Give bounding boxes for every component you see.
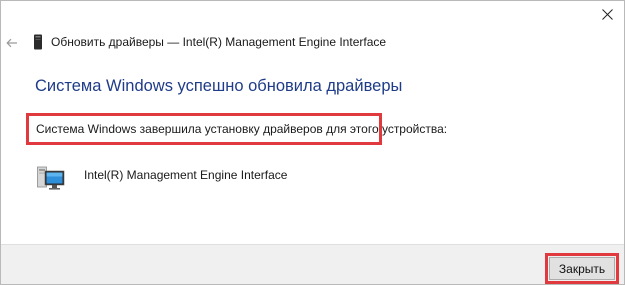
device-small-icon <box>34 34 42 50</box>
close-button[interactable]: Закрыть <box>549 257 615 280</box>
device-item: Intel(R) Management Engine Interface <box>37 165 437 195</box>
window-caption: Обновить драйверы — Intel(R) Management … <box>51 35 387 49</box>
back-arrow-icon <box>6 38 17 48</box>
back-button[interactable] <box>4 35 20 51</box>
update-drivers-window: Обновить драйверы — Intel(R) Management … <box>0 0 625 285</box>
dialog-footer: Закрыть <box>1 244 624 284</box>
page-title: Система Windows успешно обновила драйвер… <box>35 77 403 95</box>
device-name: Intel(R) Management Engine Interface <box>84 168 288 182</box>
computer-device-icon <box>37 166 65 190</box>
window-close-button[interactable] <box>596 3 618 25</box>
close-icon <box>601 8 613 20</box>
status-message: Система Windows завершила установку драй… <box>36 122 448 136</box>
title-row: Обновить драйверы — Intel(R) Management … <box>1 31 624 55</box>
